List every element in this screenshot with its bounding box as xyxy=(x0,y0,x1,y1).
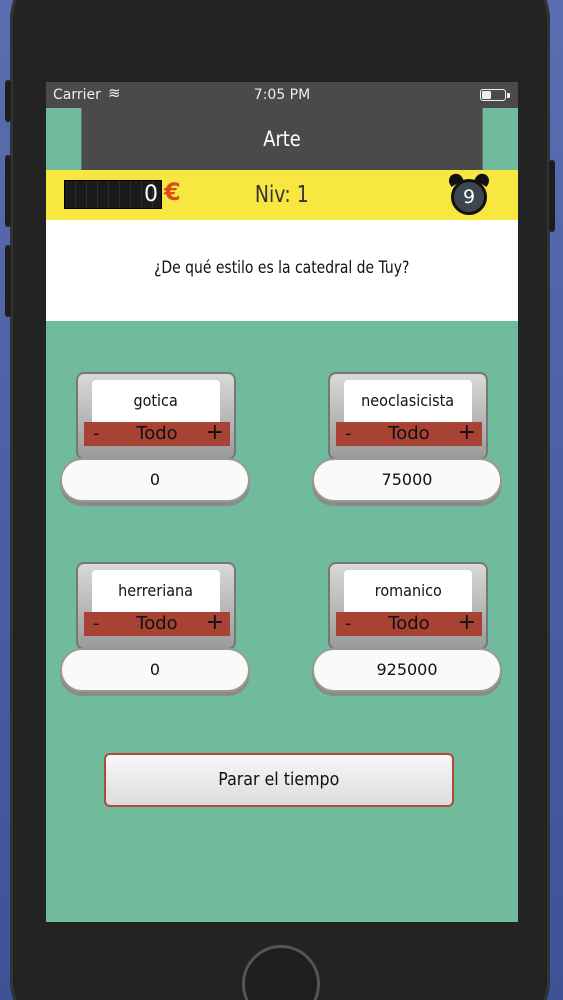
answer-label: herreriana xyxy=(92,570,220,612)
stop-time-button[interactable]: Parar el tiempo xyxy=(104,753,454,807)
answer-card-herreriana: herreriana - Todo + 0 xyxy=(60,562,250,702)
volume-up-button xyxy=(5,155,11,227)
bet-bar: - Todo + xyxy=(336,421,482,446)
question-text: ¿De qué estilo es la catedral de Tuy? xyxy=(154,258,410,278)
nav-title: Arte xyxy=(81,108,483,170)
bet-amount: 0 xyxy=(60,458,250,502)
answer-frame: gotica - Todo + xyxy=(76,372,236,460)
plus-button[interactable]: + xyxy=(458,611,476,635)
timer-value: 9 xyxy=(451,179,487,215)
plus-button[interactable]: + xyxy=(458,421,476,445)
battery-icon xyxy=(480,89,506,101)
bet-amount: 925000 xyxy=(312,648,502,692)
bet-bar: - Todo + xyxy=(84,421,230,446)
question-panel: ¿De qué estilo es la catedral de Tuy? xyxy=(46,220,518,321)
answer-label: neoclasicista xyxy=(344,380,472,422)
answer-frame: romanico - Todo + xyxy=(328,562,488,650)
level-label: Niv: 1 xyxy=(255,182,309,208)
bet-amount: 75000 xyxy=(312,458,502,502)
alarm-clock-icon: 9 xyxy=(446,171,492,216)
answer-frame: herreriana - Todo + xyxy=(76,562,236,650)
mute-switch xyxy=(5,80,11,122)
status-time: 7:05 PM xyxy=(253,87,311,103)
power-button xyxy=(549,160,555,232)
answer-frame: neoclasicista - Todo + xyxy=(328,372,488,460)
volume-down-button xyxy=(5,245,11,317)
answer-card-gotica: gotica - Todo + 0 xyxy=(60,372,250,512)
status-bar: Carrier ≋ 7:05 PM xyxy=(46,82,518,108)
bet-bar: - Todo + xyxy=(84,611,230,636)
plus-button[interactable]: + xyxy=(206,421,224,445)
plus-button[interactable]: + xyxy=(206,611,224,635)
info-bar: 0 € Niv: 1 9 xyxy=(46,170,518,220)
answer-label: romanico xyxy=(344,570,472,612)
battery-tip-icon xyxy=(507,93,510,98)
bet-bar: - Todo + xyxy=(336,611,482,636)
answer-card-neoclasicista: neoclasicista - Todo + 75000 xyxy=(312,372,502,512)
app-screen: Carrier ≋ 7:05 PM Arte 0 € Niv: 1 9 ¿De … xyxy=(46,82,518,922)
answer-label: gotica xyxy=(92,380,220,422)
bet-amount: 0 xyxy=(60,648,250,692)
answer-card-romanico: romanico - Todo + 925000 xyxy=(312,562,502,702)
